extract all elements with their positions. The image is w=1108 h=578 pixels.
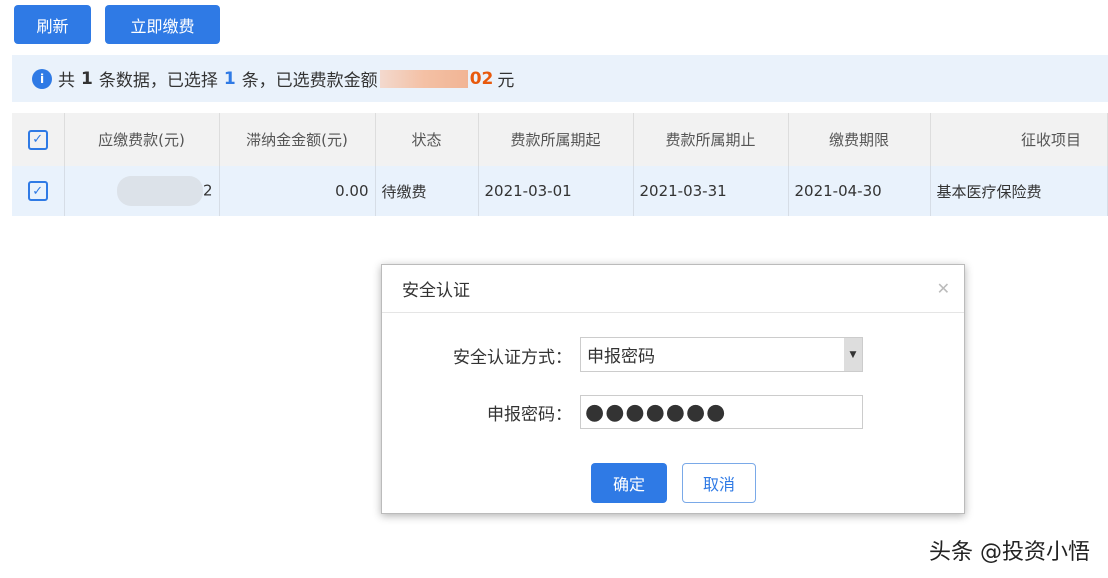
auth-method-select[interactable]: 申报密码▼ (580, 337, 863, 372)
refresh-button[interactable]: 刷新 (14, 5, 91, 44)
col-header: 缴费期限 (788, 113, 930, 166)
table-row[interactable]: ✓ 2 0.00 待缴费 2021-03-01 2021-03-31 2021-… (12, 166, 1108, 216)
col-header: 应缴费款(元) (64, 113, 219, 166)
redacted-amount (380, 70, 468, 88)
fee-table: ✓ 应缴费款(元) 滞纳金金额(元) 状态 费款所属期起 费款所属期止 缴费期限… (12, 113, 1108, 216)
total-count: 1 (81, 69, 93, 89)
confirm-button[interactable]: 确定 (591, 463, 667, 503)
info-icon: i (32, 69, 52, 89)
pay-now-button[interactable]: 立即缴费 (105, 5, 220, 44)
security-auth-dialog: 安全认证✕ 安全认证方式： 申报密码▼ 申报密码： ●●●●●●● 确定 取消 (381, 264, 965, 514)
table-header: ✓ 应缴费款(元) 滞纳金金额(元) 状态 费款所属期起 费款所属期止 缴费期限… (12, 113, 1108, 166)
col-header: 状态 (375, 113, 478, 166)
col-header: 征收项目 (930, 113, 1108, 166)
selected-amount: 02 (470, 69, 494, 89)
password-input[interactable]: ●●●●●●● (580, 395, 863, 429)
redacted-amount (117, 176, 203, 206)
close-icon[interactable]: ✕ (937, 279, 950, 298)
chevron-down-icon: ▼ (844, 338, 862, 371)
row-checkbox[interactable]: ✓ (28, 181, 48, 201)
dialog-title: 安全认证 (402, 276, 470, 301)
watermark: 头条 @投资小悟 (929, 534, 1090, 566)
cancel-button[interactable]: 取消 (682, 463, 756, 503)
selection-info-bar: i 共 1 条数据，已选择 1 条，已选费款金额 02 元 (12, 55, 1108, 102)
select-all-checkbox[interactable]: ✓ (28, 130, 48, 150)
col-header: 费款所属期起 (478, 113, 633, 166)
col-header: 费款所属期止 (633, 113, 788, 166)
col-header: 滞纳金金额(元) (219, 113, 375, 166)
selected-count: 1 (224, 69, 236, 89)
